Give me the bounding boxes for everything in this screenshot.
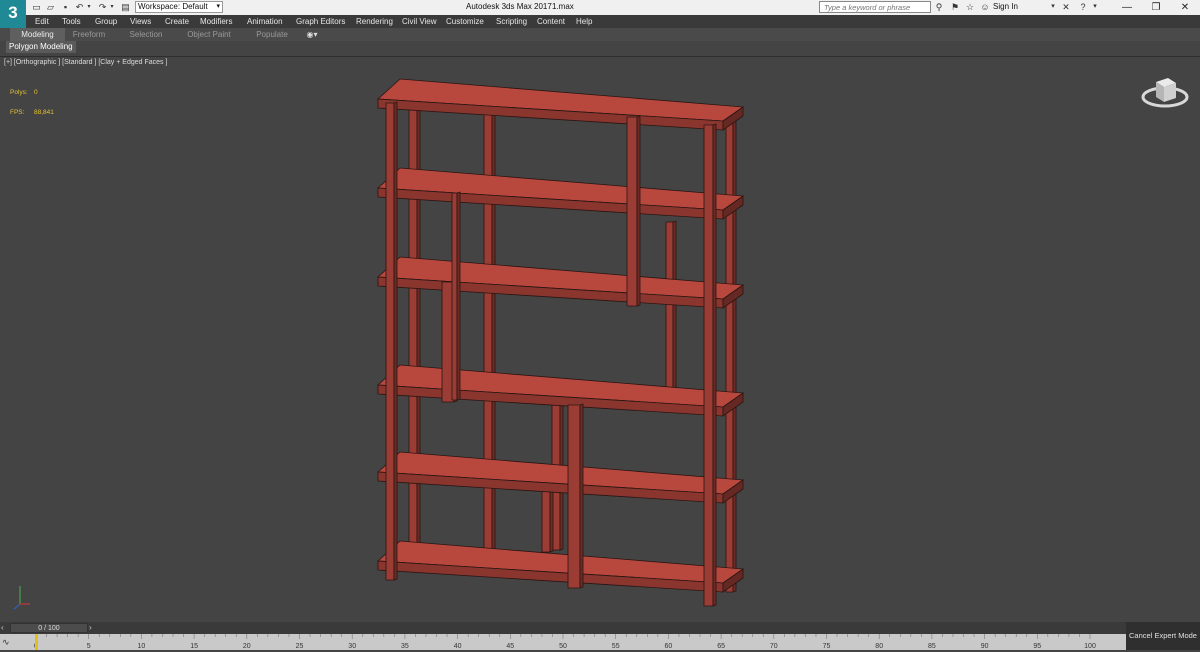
subscription-icon[interactable]: ⚑ [949,1,961,13]
tab-object-paint[interactable]: Object Paint [186,28,232,41]
tab-freeform[interactable]: Freeform [72,28,106,41]
tab-modeling[interactable]: Modeling [10,28,65,41]
timeline-tick-label: 20 [243,643,251,650]
timeline-tick-label: 50 [559,643,567,650]
undo-dropdown-icon[interactable]: ▾ [86,2,92,13]
binoculars-icon[interactable]: ⚲ [933,1,945,13]
menu-group[interactable]: Group [95,15,117,28]
timeline-tick-label: 35 [401,643,409,650]
open-file-icon[interactable]: ▱ [45,2,56,13]
app-logo[interactable]: 3 [0,0,26,28]
restore-icon[interactable]: ❐ [1142,0,1170,15]
undo-icon[interactable]: ↶ [74,2,85,13]
timeline-tick-label: 10 [138,643,146,650]
timeline-tick-label: 100 [1084,643,1096,650]
viewcube-icon[interactable] [1141,78,1189,108]
app-title: Autodesk 3ds Max 2017 [466,2,552,11]
exchange-icon[interactable]: ✕ [1060,1,1072,13]
timeline-tick-label: 90 [981,643,989,650]
ribbon-tab-bar [0,28,1200,42]
menu-content[interactable]: Content [537,15,565,28]
redo-icon[interactable]: ↷ [97,2,108,13]
timeline-tick-label: 5 [87,643,91,650]
star-icon[interactable]: ☆ [964,1,976,13]
chevron-down-icon[interactable]: ▾ [1089,1,1101,13]
tab-populate[interactable]: Populate [254,28,290,41]
close-icon[interactable]: ✕ [1171,0,1199,15]
timeline-tick-label: 40 [454,643,462,650]
menu-animation[interactable]: Animation [247,15,283,28]
workspace-dropdown[interactable]: Workspace: Default ▾ [135,1,223,13]
time-slider-thumb[interactable]: 0 / 100 [10,623,88,633]
sign-in-link[interactable]: Sign In [993,2,1018,11]
redo-dropdown-icon[interactable]: ▾ [109,2,115,13]
project-folder-icon[interactable]: ▤ [120,2,131,13]
timeline-tick-label: 30 [348,643,356,650]
user-icon[interactable]: ☺ [979,1,991,13]
menu-graph-editors[interactable]: Graph Editors [296,15,345,28]
ribbon-options-icon[interactable]: ◉▾ [303,28,321,41]
file-name: 1.max [552,2,574,11]
timeline-tick-label: 60 [665,643,673,650]
menu-views[interactable]: Views [130,15,151,28]
time-slider-track[interactable] [0,622,1200,634]
shelf-model[interactable] [0,56,1200,622]
chevron-down-icon[interactable]: ▾ [1047,1,1059,13]
menu-modifiers[interactable]: Modifiers [200,15,232,28]
tab-selection[interactable]: Selection [128,28,164,41]
save-icon[interactable]: ▪ [60,2,71,13]
menu-edit[interactable]: Edit [35,15,49,28]
current-frame-marker[interactable] [35,634,38,650]
menu-create[interactable]: Create [165,15,189,28]
minimize-icon[interactable]: — [1113,0,1141,15]
timeline-tick-label: 85 [928,643,936,650]
menu-civil-view[interactable]: Civil View [402,15,437,28]
new-file-icon[interactable]: ▭ [31,2,42,13]
axis-tripod-icon [13,586,30,610]
timeline-tick-label: 70 [770,643,778,650]
polygon-modeling-button[interactable]: Polygon Modeling [6,41,76,53]
timeline-tick-label: 15 [190,643,198,650]
menu-rendering[interactable]: Rendering [356,15,393,28]
timeline-tick-label: 45 [506,643,514,650]
trackbar[interactable]: 0510152025303540455055606570758085909510… [0,634,1126,650]
help-icon[interactable]: ? [1077,1,1089,13]
curve-editor-icon[interactable]: ∿ [2,636,16,648]
chevron-right-icon[interactable]: › [89,622,97,634]
timeline-tick-label: 95 [1033,643,1041,650]
menu-customize[interactable]: Customize [446,15,484,28]
menu-tools[interactable]: Tools [62,15,81,28]
chevron-left-icon[interactable]: ‹ [1,622,9,634]
search-input[interactable] [819,1,931,13]
timeline-tick-label: 25 [296,643,304,650]
timeline-tick-label: 65 [717,643,725,650]
workspace-label: Workspace: Default [138,2,208,11]
timeline-tick-label: 55 [612,643,620,650]
menu-help[interactable]: Help [576,15,592,28]
cancel-expert-mode-button[interactable]: Cancel Expert Mode [1126,622,1200,650]
menu-scripting[interactable]: Scripting [496,15,527,28]
timeline-tick-label: 80 [875,643,883,650]
ribbon-panel [0,41,1200,55]
timeline-tick-label: 75 [823,643,831,650]
chevron-down-icon: ▾ [216,3,220,10]
